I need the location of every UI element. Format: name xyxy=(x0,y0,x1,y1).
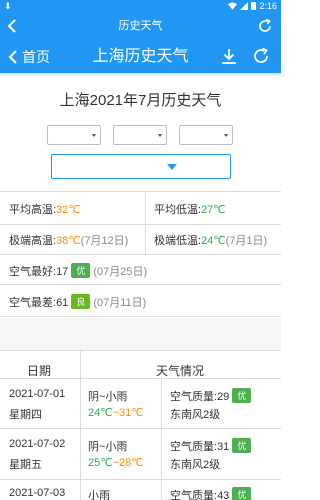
caret-down-icon xyxy=(167,164,177,170)
avg-low-stat: 平均低温:27℃ xyxy=(154,204,226,216)
row-aqi: 空气质量:43 优 xyxy=(170,487,254,500)
max-high-stat: 极端高温:38℃(7月12日) xyxy=(9,235,129,247)
refresh-icon[interactable] xyxy=(257,18,273,34)
row-wind: 东南风2级 xyxy=(170,409,221,421)
row-aqi: 空气质量:29 优 xyxy=(170,388,254,404)
row-weather: 小雨 xyxy=(88,490,110,500)
row-weekday: 星期四 xyxy=(9,409,42,421)
row-date: 2021-07-02 xyxy=(9,438,66,450)
best-air-stat: 空气最好:17 优 (07月25日) xyxy=(9,263,147,279)
header-shadow xyxy=(0,73,281,76)
aqi-badge: 优 xyxy=(232,487,252,500)
caret-down-icon xyxy=(224,134,228,137)
status-time: 2:16 xyxy=(259,1,277,11)
signal-icon xyxy=(240,2,249,10)
divider xyxy=(0,378,281,379)
row-temp: 24℃~31℃ xyxy=(88,407,144,419)
divider xyxy=(80,350,81,500)
divider xyxy=(145,191,146,254)
divider xyxy=(0,284,281,285)
day-select[interactable] xyxy=(179,125,233,145)
row-weekday: 星期五 xyxy=(9,459,42,471)
section-gap xyxy=(0,318,281,350)
row-date: 2021-07-01 xyxy=(9,388,66,400)
aqi-badge: 良 xyxy=(71,294,91,309)
divider xyxy=(161,378,162,500)
aqi-badge: 优 xyxy=(232,438,252,453)
aqi-badge: 优 xyxy=(71,263,91,278)
app-bar: 历史天气 xyxy=(0,12,281,40)
app-bar-title: 历史天气 xyxy=(118,20,163,32)
status-bar: ⬇ 2:16 xyxy=(0,0,281,12)
column-header-weather: 天气情况 xyxy=(156,364,205,378)
download-notification-icon: ⬇ xyxy=(4,1,12,11)
wifi-icon xyxy=(228,2,238,10)
row-temp: 25℃~28℃ xyxy=(88,457,144,469)
refresh-icon[interactable] xyxy=(252,47,270,65)
caret-down-icon xyxy=(92,134,96,137)
divider xyxy=(0,479,281,480)
row-wind: 东南风2级 xyxy=(170,459,221,471)
row-aqi: 空气质量:31 优 xyxy=(170,438,254,454)
divider xyxy=(0,191,281,192)
avg-high-stat: 平均高温:32℃ xyxy=(9,204,81,216)
year-select[interactable] xyxy=(47,125,101,145)
column-header-date: 日期 xyxy=(27,364,52,378)
divider xyxy=(0,224,281,225)
min-low-stat: 极端低温:24℃(7月1日) xyxy=(154,235,268,247)
battery-icon xyxy=(251,2,257,10)
city-select[interactable] xyxy=(51,154,231,179)
divider xyxy=(0,350,281,351)
row-date: 2021-07-03 xyxy=(9,487,66,499)
page-header: 首页 上海历史天气 xyxy=(0,40,281,73)
month-heading: 上海2021年7月历史天气 xyxy=(59,92,222,109)
page-title: 上海历史天气 xyxy=(92,48,189,65)
month-select[interactable] xyxy=(113,125,167,145)
divider xyxy=(0,428,281,429)
download-icon[interactable] xyxy=(220,47,238,65)
divider xyxy=(0,316,281,317)
aqi-badge: 优 xyxy=(232,388,252,403)
caret-down-icon xyxy=(158,134,162,137)
worst-air-stat: 空气最差:61 良 (07月11日) xyxy=(9,294,146,310)
divider xyxy=(0,254,281,255)
row-weather: 阴~小雨 xyxy=(88,391,128,403)
row-weather: 阴~小雨 xyxy=(88,441,128,453)
